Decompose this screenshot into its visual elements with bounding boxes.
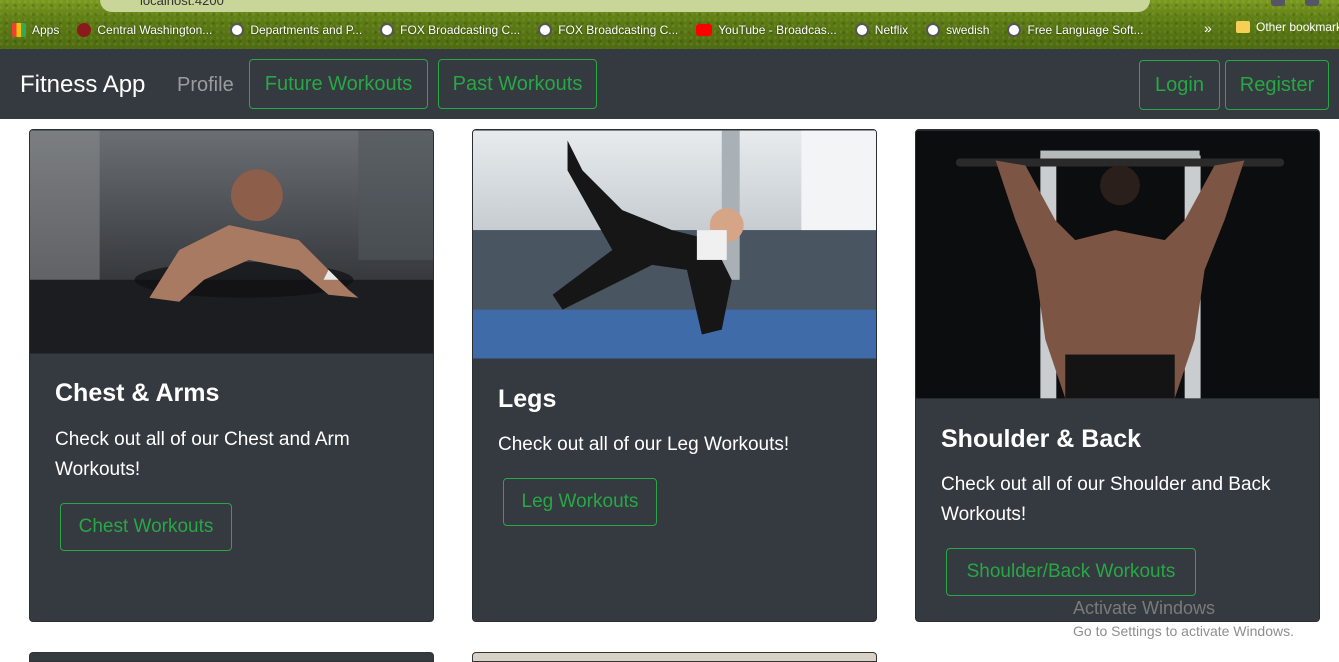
leg-workout-photo	[473, 130, 876, 359]
bookmark-fox-1[interactable]: FOX Broadcasting C...	[380, 23, 520, 37]
bookmark-departments[interactable]: Departments and P...	[230, 23, 362, 37]
bookmark-central-washington[interactable]: Central Washington...	[77, 23, 212, 37]
navbar: Fitness App Profile Future Workouts Past…	[0, 49, 1339, 119]
globe-icon	[538, 23, 553, 37]
watermark-title: Activate Windows	[1073, 598, 1216, 618]
globe-icon	[230, 23, 245, 37]
workout-card-legs: Legs Check out all of our Leg Workouts! …	[472, 129, 877, 622]
leg-workouts-button[interactable]: Leg Workouts	[503, 478, 657, 526]
extension-icon[interactable]	[1271, 0, 1285, 6]
address-bar-url: localhost:4200	[140, 0, 224, 8]
bookmark-label: Departments and P...	[250, 23, 363, 37]
workout-card-next-row	[29, 652, 434, 662]
card-description: Check out all of our Chest and Arm Worko…	[55, 429, 350, 480]
watermark-subtitle: Go to Settings to activate Windows.	[1073, 623, 1294, 639]
bookmark-free-language[interactable]: Free Language Soft...	[1007, 23, 1144, 37]
card-description: Check out all of our Shoulder and Back W…	[941, 474, 1271, 525]
workout-card-chest-arms: Chest & Arms Check out all of our Chest …	[29, 129, 434, 622]
card-description: Check out all of our Leg Workouts!	[498, 434, 790, 455]
globe-icon	[926, 23, 941, 37]
bookmark-label: swedish	[946, 23, 990, 37]
brand-title[interactable]: Fitness App	[20, 71, 145, 99]
windows-activation-watermark: Activate Windows Go to Settings to activ…	[1073, 598, 1294, 639]
bookmark-label: Netflix	[874, 23, 909, 37]
bookmark-label: FOX Broadcasting C...	[558, 23, 679, 37]
card-title: Legs	[498, 385, 557, 413]
pullup-photo	[916, 130, 1319, 399]
bookmarks-bar: localhost:4200 Apps Central Washington..…	[0, 0, 1339, 49]
youtube-icon	[696, 24, 713, 36]
past-workouts-button[interactable]: Past Workouts	[438, 59, 597, 109]
register-button[interactable]: Register	[1225, 60, 1329, 110]
bookmark-apps[interactable]: Apps	[12, 23, 59, 37]
other-bookmarks-label: Other bookmarks	[1256, 20, 1339, 34]
bookmark-label: Free Language Soft...	[1027, 23, 1144, 37]
address-bar[interactable]	[100, 0, 1150, 12]
future-workouts-button[interactable]: Future Workouts	[249, 59, 428, 109]
nav-profile-link[interactable]: Profile	[177, 74, 234, 97]
login-button[interactable]: Login	[1139, 60, 1220, 110]
pushup-photo	[30, 130, 433, 354]
bookmark-label: FOX Broadcasting C...	[400, 23, 521, 37]
apps-grid-icon	[12, 23, 26, 37]
bookmark-label: Apps	[32, 23, 60, 37]
other-bookmarks[interactable]: Other bookmarks	[1236, 20, 1339, 34]
globe-icon	[380, 23, 395, 37]
browser-toolbar-icons	[1271, 0, 1319, 6]
globe-icon	[854, 23, 869, 37]
profile-avatar[interactable]	[1305, 0, 1319, 6]
bookmark-youtube[interactable]: YouTube - Broadcas...	[696, 23, 837, 37]
shoulder-back-workouts-button[interactable]: Shoulder/Back Workouts	[946, 548, 1196, 596]
workout-card-next-row	[472, 652, 877, 662]
bookmark-list: Apps Central Washington... Departments a…	[12, 20, 1162, 40]
bookmarks-overflow-button[interactable]: »	[1204, 20, 1212, 36]
globe-icon	[1007, 23, 1022, 37]
bookmark-label: Central Washington...	[97, 23, 213, 37]
cwu-icon	[77, 23, 92, 37]
bookmark-swedish[interactable]: swedish	[926, 23, 989, 37]
card-title: Shoulder & Back	[941, 425, 1142, 453]
card-title: Chest & Arms	[55, 379, 220, 407]
bookmark-netflix[interactable]: Netflix	[854, 23, 909, 37]
bookmark-fox-2[interactable]: FOX Broadcasting C...	[538, 23, 678, 37]
folder-icon	[1236, 21, 1250, 33]
bookmark-label: YouTube - Broadcas...	[718, 23, 837, 37]
chest-workouts-button[interactable]: Chest Workouts	[60, 503, 232, 551]
workout-card-shoulder-back: Shoulder & Back Check out all of our Sho…	[915, 129, 1320, 622]
